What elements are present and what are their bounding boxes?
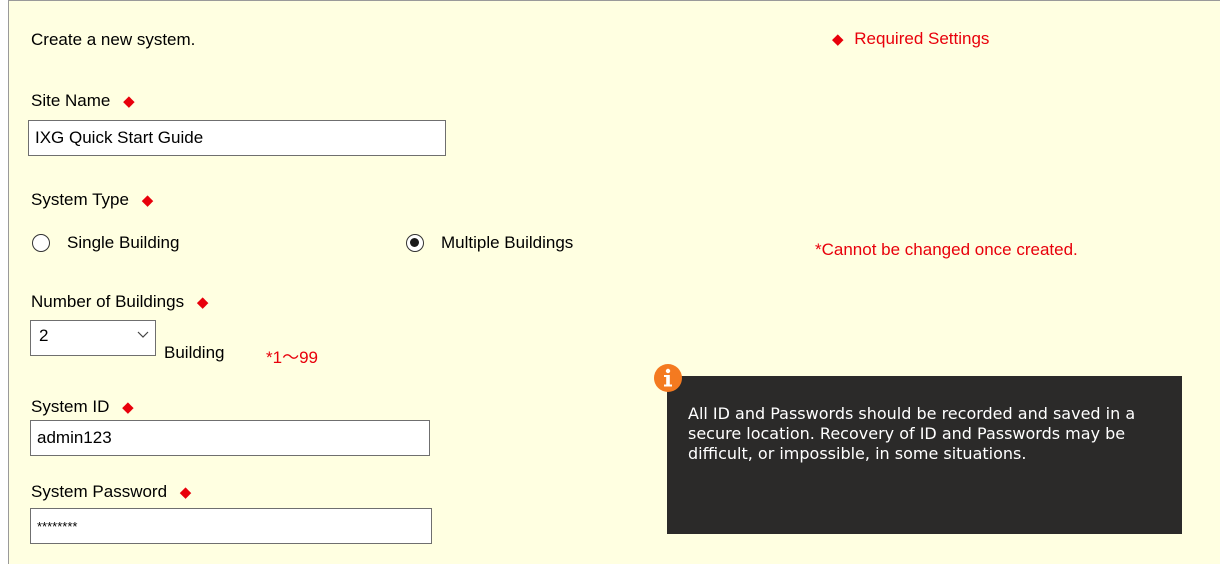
single-building-radio[interactable] <box>32 234 50 252</box>
required-legend: ◆ Required Settings <box>832 29 989 49</box>
required-diamond-icon: ◆ <box>122 399 134 416</box>
info-glyph <box>664 368 672 387</box>
required-legend-label: Required Settings <box>854 29 990 48</box>
buildings-select[interactable]: 2 <box>30 320 156 356</box>
buildings-select-value: 2 <box>39 326 49 345</box>
single-building-label[interactable]: Single Building <box>67 233 179 253</box>
info-icon <box>654 364 682 392</box>
multiple-buildings-label[interactable]: Multiple Buildings <box>441 233 573 253</box>
required-diamond-icon: ◆ <box>179 484 192 501</box>
system-id-label: System ID <box>31 397 110 416</box>
buildings-range: *1～99 <box>266 348 318 367</box>
system-type-label: System Type <box>31 190 129 209</box>
system-password-input[interactable]: ******** <box>30 508 432 544</box>
buildings-label-row: Number of Buildings ◆ <box>31 292 208 312</box>
system-type-label-row: System Type ◆ <box>31 190 153 210</box>
site-name-label-row: Site Name ◆ <box>31 91 135 111</box>
system-type-note: *Cannot be changed once created. <box>815 240 1078 259</box>
required-diamond-icon: ◆ <box>196 294 209 311</box>
system-id-label-row: System ID ◆ <box>31 397 134 417</box>
intro-text: Create a new system. <box>31 30 196 49</box>
buildings-unit: Building <box>164 343 225 362</box>
required-diamond-icon: ◆ <box>141 192 154 209</box>
system-password-label: System Password <box>31 482 168 501</box>
chevron-down-icon <box>137 331 149 338</box>
multiple-buildings-radio[interactable] <box>406 234 424 252</box>
info-tooltip: All ID and Passwords should be recorded … <box>667 376 1182 534</box>
buildings-label: Number of Buildings <box>31 292 185 311</box>
system-password-label-row: System Password ◆ <box>31 482 191 502</box>
info-tooltip-text: All ID and Passwords should be recorded … <box>688 404 1136 463</box>
required-diamond-icon: ◆ <box>832 31 844 48</box>
required-diamond-icon: ◆ <box>123 93 135 110</box>
system-id-input[interactable]: admin123 <box>30 420 430 456</box>
site-name-input[interactable]: IXG Quick Start Guide <box>28 120 446 156</box>
site-name-label: Site Name <box>31 91 111 110</box>
radio-selected-dot <box>410 238 419 247</box>
